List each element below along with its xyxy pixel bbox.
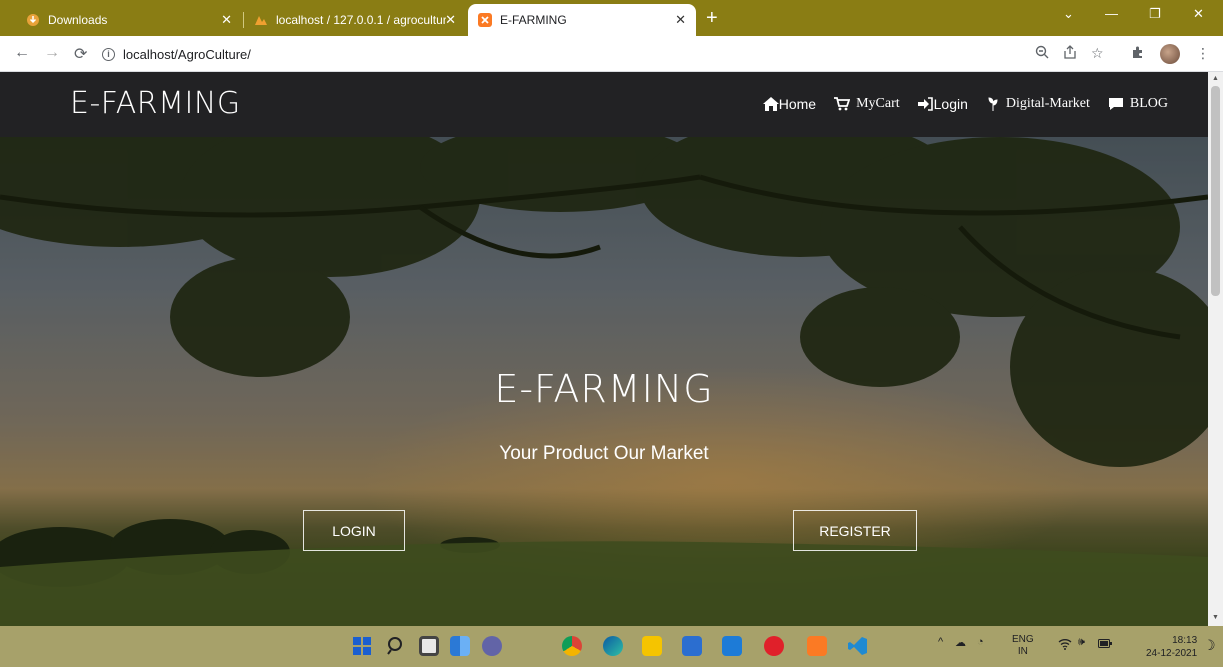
hero-banner: E-FARMING Your Product Our Market LOGIN … [0,137,1208,626]
page-viewport: E-FARMING Home MyCart Login Digital-Mark… [0,72,1208,626]
mail-icon[interactable] [722,636,742,656]
site-brand[interactable]: E-FARMING [70,86,241,121]
close-tab-icon[interactable]: ✕ [675,12,686,28]
menu-home-label: Home [778,96,817,112]
hero-subtitle: Your Product Our Market [499,443,709,464]
site-info-icon[interactable]: i [102,47,115,61]
clock-date: 24-12-2021 [1146,648,1198,659]
page-scrollbar[interactable]: ▲ ▼ [1208,72,1223,626]
share-icon[interactable] [1063,45,1077,62]
leaf-icon [986,97,1000,111]
show-hidden-icons[interactable]: ^ [938,636,943,648]
menu-digital-market[interactable]: Digital-Market [986,96,1090,112]
xampp-taskbar-icon[interactable] [807,636,827,656]
close-window-button[interactable]: ✕ [1193,6,1204,22]
home-icon [762,97,779,111]
network-icon[interactable]: ◔ [977,636,984,648]
wifi-icon[interactable] [1058,638,1072,653]
url-text: localhost/AgroCulture/ [123,46,251,62]
forward-arrow-icon[interactable]: → [44,44,60,62]
volume-icon[interactable]: 🕪 [1078,636,1085,649]
profile-avatar[interactable] [1160,44,1180,64]
task-view-icon[interactable] [419,636,439,656]
download-icon [26,13,40,27]
login-button[interactable]: LOGIN [303,510,405,551]
menu-blog-label: BLOG [1129,96,1168,111]
menu-home[interactable]: Home [762,96,817,112]
teams-chat-icon[interactable] [482,636,502,656]
reload-icon[interactable]: ⟳ [74,44,87,64]
menu-blog[interactable]: BLOG [1108,96,1168,112]
tab-e-farming[interactable]: E-FARMING ✕ [468,4,696,36]
windows-start-icon[interactable] [352,636,372,656]
store-icon[interactable] [682,636,702,656]
xampp-icon [478,13,492,27]
menu-login[interactable]: Login [917,96,968,112]
scroll-down-icon[interactable]: ▼ [1212,614,1219,621]
minimize-button[interactable]: — [1105,6,1118,21]
search-icon[interactable] [386,636,406,656]
tab-label: localhost / 127.0.0.1 / agroculture [276,13,446,27]
cart-icon [834,97,851,111]
menu-login-label: Login [933,96,968,112]
notifications-icon[interactable]: ☽ [1203,637,1216,654]
site-navbar: E-FARMING Home MyCart Login Digital-Mark… [0,72,1208,137]
opera-icon[interactable] [764,636,784,656]
edge-icon[interactable] [603,636,623,656]
browser-toolbar: ← → ⟳ i localhost/AgroCulture/ ☆ ⋮ [0,36,1223,72]
new-tab-button[interactable]: + [706,8,718,28]
scroll-up-icon[interactable]: ▲ [1212,75,1219,82]
comment-icon [1108,97,1124,111]
menu-digital-market-label: Digital-Market [1005,96,1090,111]
menu-kebab-icon[interactable]: ⋮ [1196,45,1210,62]
system-clock[interactable]: 18:13 24-12-2021 [1146,634,1197,660]
vscode-icon[interactable] [848,636,868,656]
menu-cart-label: MyCart [856,96,900,111]
zoom-icon[interactable] [1035,45,1049,62]
tab-downloads[interactable]: Downloads ✕ [16,4,242,36]
phpmyadmin-icon [254,13,268,27]
tab-phpmyadmin[interactable]: localhost / 127.0.0.1 / agroculture ✕ [244,4,466,36]
site-menu: Home MyCart Login Digital-Market BLOG [762,96,1168,112]
back-arrow-icon[interactable]: ← [14,44,30,62]
language-indicator[interactable]: ENG IN [1012,634,1034,658]
hero-title: E-FARMING [494,367,714,411]
battery-icon[interactable] [1098,639,1112,651]
tab-label: E-FARMING [500,13,567,27]
close-tab-icon[interactable]: ✕ [221,12,232,28]
menu-cart[interactable]: MyCart [834,96,900,112]
onedrive-icon[interactable]: ☁ [955,636,966,649]
widgets-icon[interactable] [450,636,470,656]
tab-label: Downloads [48,13,108,27]
chrome-icon[interactable] [562,636,582,656]
close-tab-icon[interactable]: ✕ [445,12,456,28]
file-explorer-icon[interactable] [642,636,662,656]
register-button[interactable]: REGISTER [793,510,917,551]
tab-search-icon[interactable]: ⌄ [1063,6,1074,22]
region-code: IN [1017,646,1028,657]
login-icon [917,97,934,111]
clock-time: 18:13 [1172,635,1198,646]
restore-button[interactable]: ❐ [1149,6,1161,22]
windows-taskbar: ^ ☁ ◔ ENG IN 🕪 18:13 24-12-2021 ☽ [0,626,1223,667]
browser-tab-strip: Downloads ✕ localhost / 127.0.0.1 / agro… [0,0,1223,36]
language-code: ENG [1012,634,1034,645]
extensions-icon[interactable] [1131,45,1145,62]
bookmark-star-icon[interactable]: ☆ [1091,45,1104,62]
scrollbar-thumb[interactable] [1211,86,1220,296]
